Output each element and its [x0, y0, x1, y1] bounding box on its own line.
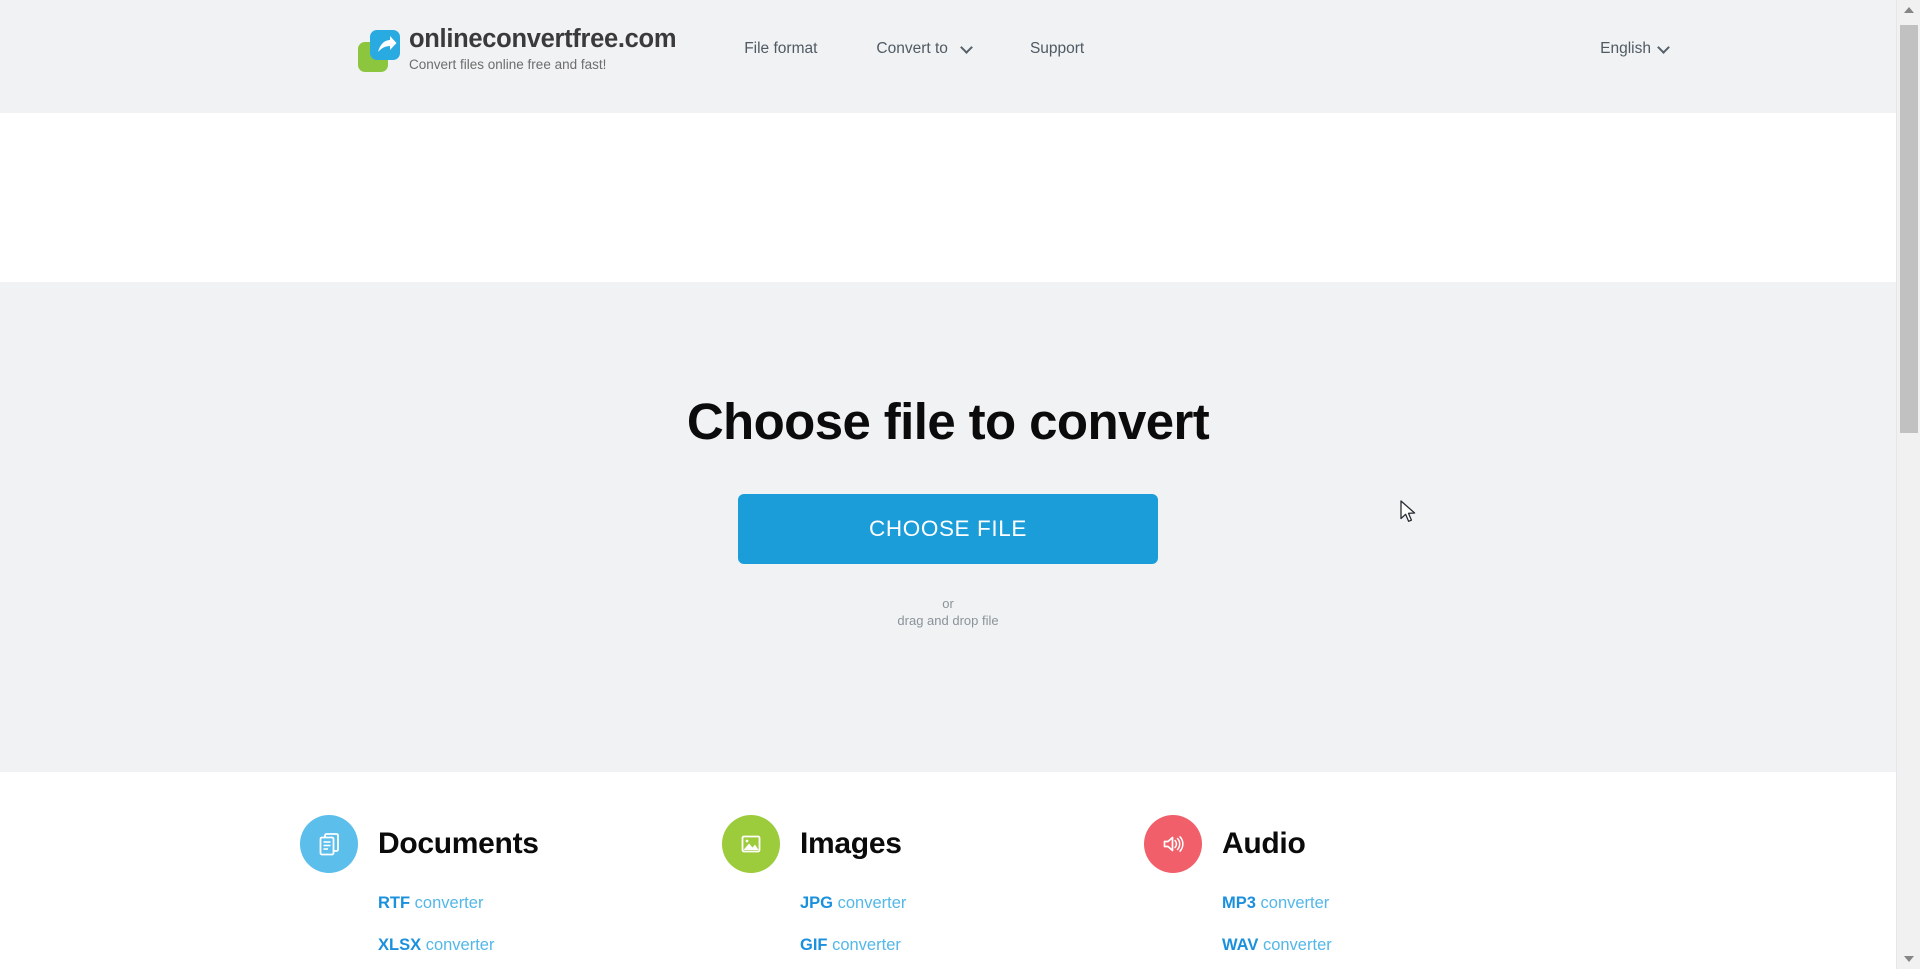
brand-tagline: Convert files online free and fast!: [409, 56, 607, 72]
documents-icon: [300, 815, 358, 873]
categories-section: Documents RTF converter XLSX converter P…: [0, 772, 1896, 969]
category-title: Documents: [378, 827, 539, 860]
category-audio: Audio MP3 converter WAV converter M4A co…: [1144, 814, 1566, 969]
speaker-icon: [1144, 815, 1202, 873]
nav-item-file-format[interactable]: File format: [744, 39, 817, 59]
language-selector[interactable]: English: [1600, 39, 1668, 59]
converter-format: WAV: [1222, 936, 1259, 954]
logo-arrow-glyph: [378, 35, 397, 52]
converter-link-wav[interactable]: WAV converter: [1222, 935, 1566, 956]
documents-glyph: [319, 833, 339, 856]
category-images: Images JPG converter GIF converter TIFF …: [722, 814, 1144, 969]
browser-page: onlineconvertfree.com Convert files onli…: [0, 0, 1920, 969]
category-title: Audio: [1222, 827, 1306, 860]
image-glyph: [741, 835, 761, 853]
nav-item-support[interactable]: Support: [1030, 39, 1084, 59]
scrollbar-thumb[interactable]: [1900, 25, 1918, 433]
converter-link-jpg[interactable]: JPG converter: [800, 893, 1144, 914]
category-header: Documents: [300, 814, 722, 874]
converter-suffix: converter: [1255, 894, 1330, 912]
converter-format: MP3: [1222, 894, 1256, 912]
vertical-scrollbar[interactable]: [1896, 0, 1920, 969]
category-documents: Documents RTF converter XLSX converter P…: [300, 814, 722, 969]
category-links: MP3 converter WAV converter M4A converte…: [1144, 893, 1566, 969]
speaker-glyph: [1163, 836, 1184, 852]
converter-suffix: converter: [410, 894, 484, 912]
category-header: Images: [722, 814, 1144, 874]
nav-item-label: File format: [744, 40, 818, 57]
drag-drop-label: drag and drop file: [897, 613, 999, 628]
category-title: Images: [800, 827, 902, 860]
brand-title: onlineconvertfree.com: [409, 24, 677, 53]
converter-format: GIF: [800, 936, 828, 954]
converter-suffix: converter: [421, 936, 495, 954]
converter-link-rtf[interactable]: RTF converter: [378, 893, 722, 914]
converter-format: XLSX: [378, 936, 422, 954]
converter-link-xlsx[interactable]: XLSX converter: [378, 935, 722, 956]
main-nav: File format Convert to Support: [744, 39, 1084, 59]
converter-format: RTF: [378, 894, 411, 912]
choose-file-button[interactable]: CHOOSE FILE: [738, 494, 1158, 564]
nav-item-label: Support: [1029, 40, 1085, 57]
ad-placeholder-band: [0, 113, 1896, 282]
or-label: or: [942, 596, 954, 611]
converter-suffix: converter: [1258, 936, 1332, 954]
page-viewport: onlineconvertfree.com Convert files onli…: [0, 0, 1896, 969]
page-title: Choose file to convert: [686, 393, 1210, 450]
converter-suffix: converter: [827, 936, 901, 954]
chevron-down-icon: [962, 43, 971, 52]
language-label: English: [1600, 40, 1651, 57]
convert-arrow-logo-icon: [358, 29, 400, 72]
chevron-down-icon: [1659, 43, 1668, 52]
converter-format: JPG: [800, 894, 834, 912]
header-inner: onlineconvertfree.com Convert files onli…: [0, 0, 1896, 95]
scroll-up-arrow-icon[interactable]: [1897, 0, 1920, 20]
site-header: onlineconvertfree.com Convert files onli…: [0, 0, 1896, 113]
image-icon: [722, 815, 780, 873]
scroll-down-arrow-icon[interactable]: [1897, 949, 1920, 969]
converter-link-gif[interactable]: GIF converter: [800, 935, 1144, 956]
brand-logo[interactable]: onlineconvertfree.com Convert files onli…: [358, 24, 677, 74]
category-links: JPG converter GIF converter TIFF convert…: [722, 893, 1144, 969]
drag-drop-hint: or drag and drop file: [897, 595, 998, 629]
nav-item-convert-to[interactable]: Convert to: [876, 39, 971, 59]
brand-text: onlineconvertfree.com Convert files onli…: [409, 24, 677, 74]
category-header: Audio: [1144, 814, 1566, 874]
converter-link-mp3[interactable]: MP3 converter: [1222, 893, 1566, 914]
category-links: RTF converter XLSX converter PPT convert…: [300, 893, 722, 969]
converter-suffix: converter: [833, 894, 907, 912]
hero-section: Choose file to convert CHOOSE FILE or dr…: [0, 282, 1896, 772]
nav-item-label: Convert to: [876, 40, 948, 57]
